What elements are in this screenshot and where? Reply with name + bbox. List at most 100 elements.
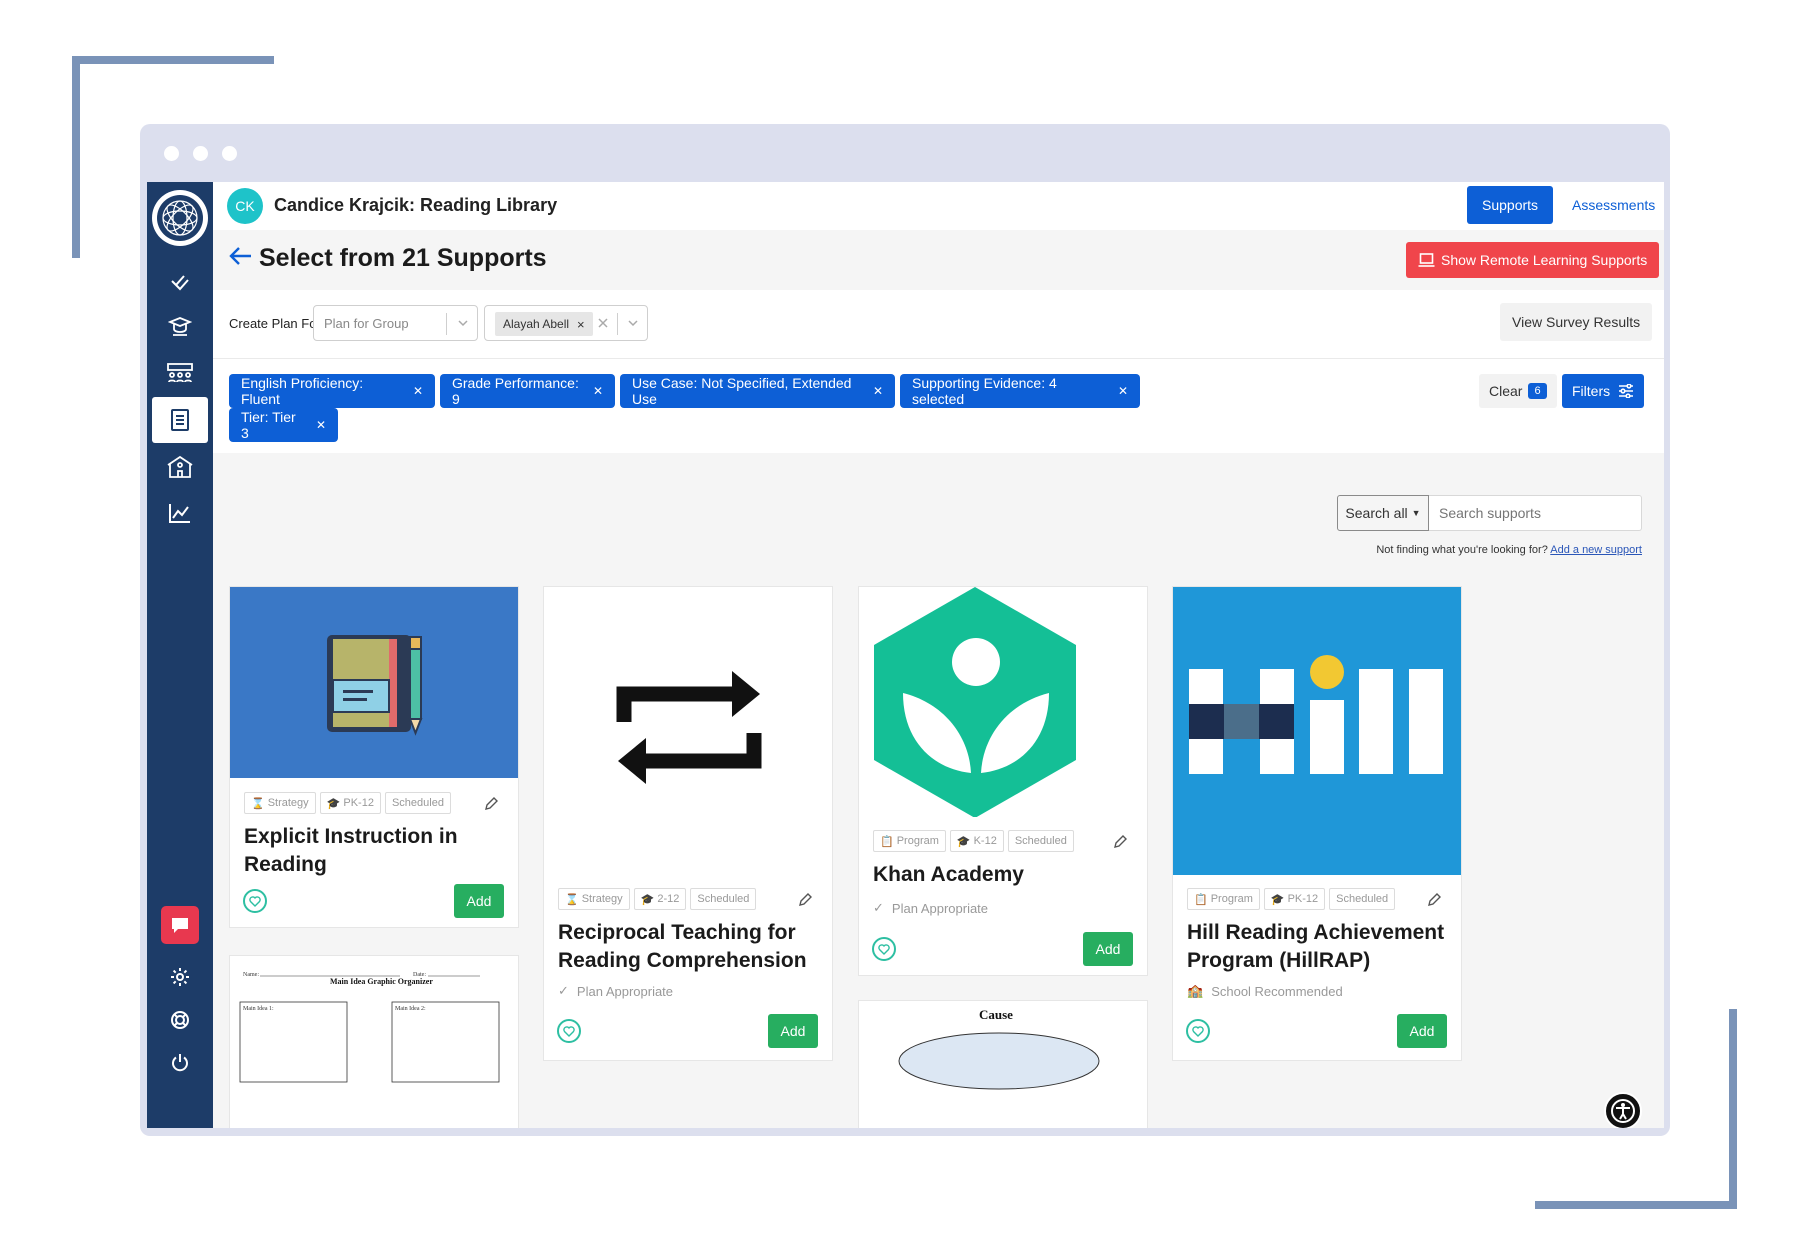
filters-button[interactable]: Filters (1562, 374, 1645, 408)
favorite-heart-icon[interactable] (1186, 1019, 1210, 1043)
search-scope-dropdown[interactable]: Search all ▼ (1337, 495, 1429, 531)
sidebar-item-tasks[interactable] (152, 258, 208, 304)
sidebar-item-groups[interactable] (152, 350, 208, 396)
student-chip-remove-icon[interactable]: × (577, 317, 585, 332)
type-tag: ⌛ Strategy (558, 888, 630, 910)
sidebar-item-settings[interactable] (152, 954, 208, 1000)
clear-label: Clear (1489, 383, 1523, 399)
window-dot[interactable] (193, 146, 208, 161)
check-icon: ✓ (558, 983, 569, 998)
school-icon: 🏫 (1187, 983, 1204, 998)
grade-tag-label: PK-12 (343, 797, 374, 809)
support-card-partial[interactable]: Name: Date: Main Idea Graphic Organizer … (229, 955, 519, 1128)
remove-filter-icon[interactable]: ✕ (873, 384, 883, 398)
favorite-heart-icon[interactable] (872, 937, 896, 961)
clear-icon[interactable] (597, 317, 609, 329)
sidebar-item-help[interactable] (152, 997, 208, 1043)
organizer-title: Main Idea Graphic Organizer (330, 977, 433, 986)
graduation-cap-icon: 🎓 (640, 893, 655, 906)
add-new-support-link[interactable]: Add a new support (1550, 544, 1642, 556)
clear-filters-button[interactable]: Clear 6 (1479, 374, 1557, 408)
show-remote-learning-button[interactable]: Show Remote Learning Supports (1406, 242, 1660, 278)
decorative-corner-top-left-h (72, 56, 274, 64)
graduation-cap-icon: 🎓 (956, 835, 971, 848)
filter-chip-english-proficiency[interactable]: English Proficiency: Fluent ✕ (229, 374, 435, 408)
remove-filter-icon[interactable]: ✕ (413, 384, 423, 398)
graphic-organizer-thumbnail: Name: Date: Main Idea Graphic Organizer … (239, 972, 500, 1083)
plan-row: Create Plan For Plan for Group Alayah Ab… (213, 290, 1664, 358)
filter-chip-use-case[interactable]: Use Case: Not Specified, Extended Use ✕ (620, 374, 895, 408)
card-tags: 📋 Program 🎓 K-12 Scheduled (873, 830, 1074, 852)
avatar[interactable]: CK (227, 188, 263, 224)
pencil-icon[interactable] (484, 797, 498, 811)
support-card[interactable]: ⌛ Strategy 🎓 2-12 Scheduled Reciprocal Tea… (543, 586, 833, 1061)
tab-supports[interactable]: Supports (1467, 186, 1554, 224)
favorite-heart-icon[interactable] (243, 889, 267, 913)
card-tags: 📋 Program 🎓 PK-12 Scheduled (1187, 888, 1396, 910)
heart-icon (1192, 1025, 1204, 1037)
sidebar (147, 182, 213, 1128)
accessibility-button[interactable] (1604, 1092, 1642, 1128)
add-button[interactable]: Add (454, 884, 504, 918)
pencil-icon[interactable] (1113, 835, 1127, 849)
plan-type-select[interactable]: Plan for Group (313, 305, 478, 341)
window-dot[interactable] (222, 146, 237, 161)
remove-filter-icon[interactable]: ✕ (316, 418, 326, 432)
remove-filter-icon[interactable]: ✕ (1118, 384, 1128, 398)
filter-chip-supporting-evidence[interactable]: Supporting Evidence: 4 selected ✕ (900, 374, 1140, 408)
plan-type-value: Plan for Group (324, 316, 409, 331)
tab-assessments[interactable]: Assessments (1557, 186, 1664, 224)
sidebar-item-school[interactable] (152, 444, 208, 490)
grade-tag-label: PK-12 (1287, 893, 1319, 905)
schedule-tag: Scheduled (1007, 830, 1074, 852)
schedule-tag: Scheduled (384, 792, 451, 814)
remove-filter-icon[interactable]: ✕ (593, 384, 603, 398)
page-heading: Select from 21 Supports Show Remote Lear… (213, 230, 1664, 290)
chevron-down-icon[interactable] (627, 317, 639, 329)
support-card[interactable]: 📋 Program 🎓 PK-12 Scheduled Hill Reading A… (1172, 586, 1462, 1061)
student-chip-label: Alayah Abell (503, 317, 570, 331)
sidebar-item-chat[interactable] (161, 906, 199, 944)
back-arrow-icon[interactable] (229, 244, 253, 268)
sidebar-item-students[interactable] (152, 304, 208, 350)
filters-label: Filters (1572, 383, 1611, 399)
sidebar-item-logout[interactable] (152, 1040, 208, 1086)
organizer-box2-label: Main Idea 2: (395, 1006, 426, 1012)
schedule-tag: Scheduled (1329, 888, 1396, 910)
pencil-icon[interactable] (798, 893, 812, 907)
organizer-box1-label: Main Idea 1: (243, 1006, 274, 1012)
grade-tag: 🎓 2-12 (633, 888, 687, 910)
not-finding-text: Not finding what you're looking for? Add… (1249, 544, 1642, 556)
support-card[interactable]: 📋 Program 🎓 K-12 Scheduled Khan Academy ✓ P… (858, 586, 1148, 976)
card-title: Explicit Instruction in Reading (244, 825, 458, 876)
support-card-partial[interactable]: Cause (858, 1000, 1148, 1128)
favorite-heart-icon[interactable] (557, 1019, 581, 1043)
filter-chip-grade-performance[interactable]: Grade Performance: 9 ✕ (440, 374, 615, 408)
search-input[interactable] (1429, 495, 1642, 531)
sidebar-item-analytics[interactable] (152, 490, 208, 536)
heart-icon (878, 943, 890, 955)
student-select[interactable]: Alayah Abell × (484, 305, 648, 341)
card-image (230, 587, 518, 778)
view-survey-results-button[interactable]: View Survey Results (1500, 303, 1653, 341)
search-bar: Search all ▼ (1337, 495, 1642, 531)
add-button[interactable]: Add (768, 1014, 818, 1048)
sidebar-item-library[interactable] (152, 397, 208, 443)
filter-chip-label: Grade Performance: 9 (452, 375, 579, 407)
add-button[interactable]: Add (1397, 1014, 1447, 1048)
support-card[interactable]: ⌛ Strategy 🎓 PK-12 Scheduled Explicit Inst… (229, 586, 519, 928)
status-label: School Recommended (1211, 983, 1343, 999)
top-bar: CK Candice Krajcik: Reading Library Supp… (213, 182, 1664, 230)
chevron-down-icon[interactable] (457, 317, 469, 329)
window-dot[interactable] (164, 146, 179, 161)
school-icon (167, 455, 193, 478)
group-icon (167, 363, 193, 383)
app-logo[interactable] (152, 190, 208, 246)
grade-tag: 🎓 PK-12 (319, 792, 381, 814)
filter-chip-label: Tier: Tier 3 (241, 409, 296, 441)
cause-effect-thumbnail: Cause (898, 1007, 1100, 1090)
filter-chip-label: Supporting Evidence: 4 selected (912, 375, 1057, 407)
add-button[interactable]: Add (1083, 932, 1133, 966)
filter-chip-tier[interactable]: Tier: Tier 3 ✕ (229, 408, 338, 442)
pencil-icon[interactable] (1427, 893, 1441, 907)
